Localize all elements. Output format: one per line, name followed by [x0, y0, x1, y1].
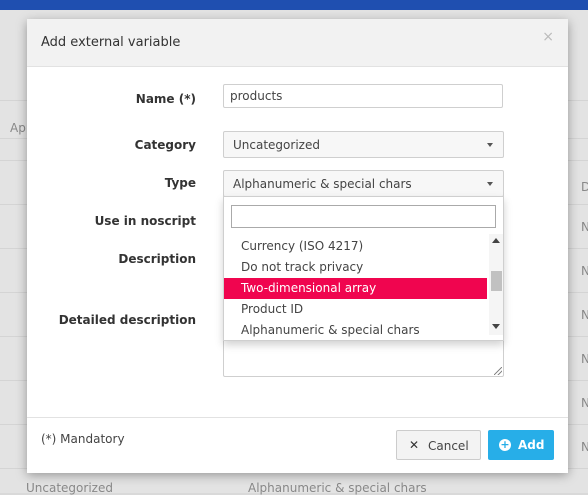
type-label: Type: [164, 176, 196, 190]
detailed-description-label: Detailed description: [58, 313, 196, 327]
noscript-label: Use in noscript: [94, 214, 196, 228]
option-product-id[interactable]: Product ID: [224, 299, 487, 320]
close-icon[interactable]: ×: [542, 29, 554, 45]
detailed-description-textarea[interactable]: [223, 337, 504, 377]
bg-cell: N: [581, 220, 588, 234]
category-select[interactable]: Uncategorized: [223, 131, 504, 158]
name-label: Name (*): [135, 92, 196, 106]
type-dropdown: Currency (ISO 4217) Do not track privacy…: [223, 196, 504, 341]
bg-cell: N: [581, 396, 588, 410]
scroll-down-arrow-icon[interactable]: [492, 324, 500, 329]
description-label: Description: [118, 252, 196, 266]
type-value: Alphanumeric & special chars: [233, 177, 412, 191]
dropdown-options: Currency (ISO 4217) Do not track privacy…: [224, 236, 487, 341]
app-top-bar: [0, 0, 588, 10]
caret-down-icon: [487, 182, 493, 186]
bg-column-header: D: [581, 180, 588, 194]
category-value: Uncategorized: [233, 138, 320, 152]
scroll-up-arrow-icon[interactable]: [492, 238, 500, 243]
category-label: Category: [134, 138, 196, 152]
bg-cell: N: [581, 440, 588, 454]
bg-cell: N: [581, 264, 588, 278]
dialog-title: Add external variable: [41, 35, 181, 50]
caret-down-icon: [487, 143, 493, 147]
cancel-button[interactable]: ✕ Cancel: [396, 430, 481, 460]
dropdown-scrollbar[interactable]: [489, 234, 503, 335]
type-select[interactable]: Alphanumeric & special chars: [223, 170, 504, 197]
option-currency[interactable]: Currency (ISO 4217): [224, 236, 487, 257]
cancel-label: Cancel: [428, 439, 469, 453]
dropdown-search-input[interactable]: [231, 205, 496, 228]
plus-circle-icon: +: [499, 438, 511, 451]
scrollbar-thumb[interactable]: [491, 271, 502, 291]
add-button[interactable]: + Add: [488, 430, 554, 460]
add-variable-dialog: Add external variable × Name (*) product…: [27, 19, 568, 473]
name-input[interactable]: products: [223, 84, 503, 108]
close-icon: ✕: [409, 438, 420, 452]
option-two-dimensional-array[interactable]: Two-dimensional array: [224, 278, 487, 299]
dialog-footer: (*) Mandatory ✕ Cancel + Add: [27, 417, 568, 473]
option-alphanumeric[interactable]: Alphanumeric & special chars: [224, 320, 487, 341]
mandatory-note: (*) Mandatory: [41, 432, 125, 446]
resize-handle-icon[interactable]: [494, 367, 502, 375]
add-label: Add: [518, 438, 545, 452]
bg-cell: N: [581, 352, 588, 366]
option-do-not-track[interactable]: Do not track privacy: [224, 257, 487, 278]
dialog-header: Add external variable ×: [27, 19, 568, 67]
bg-cell: N: [581, 308, 588, 322]
